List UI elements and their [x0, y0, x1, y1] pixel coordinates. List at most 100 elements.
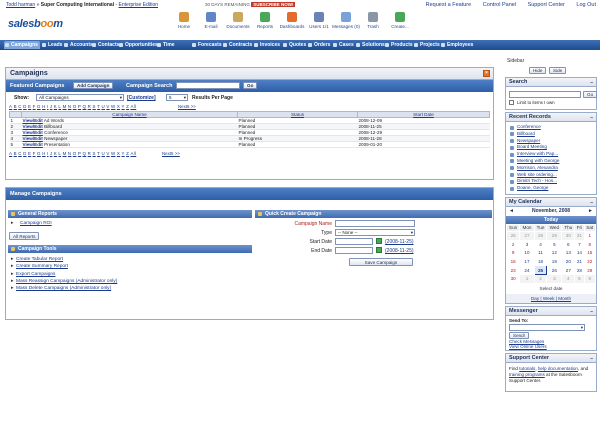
tab-products[interactable]: Products — [384, 41, 413, 49]
recent-record-link[interactable]: Meeting with George — [506, 158, 596, 165]
alphabet-link-t[interactable]: T — [97, 104, 100, 109]
view-edit-link[interactable]: View/Edit — [23, 118, 43, 123]
alphabet-link-z[interactable]: Z — [126, 151, 129, 156]
calendar-day[interactable]: 2 — [533, 273, 548, 284]
training-programs-link[interactable]: training programs — [509, 372, 545, 377]
alphabet-link-a[interactable]: A — [9, 104, 12, 109]
alphabet-link-x[interactable]: X — [117, 151, 120, 156]
search-go-button[interactable]: Go — [243, 82, 258, 89]
calendar-day[interactable]: 23 — [505, 265, 521, 275]
calendar-day[interactable]: 26 — [546, 265, 563, 275]
calendar-day[interactable]: 7 — [574, 239, 585, 250]
tab-opportunities[interactable]: Opportunities — [118, 41, 158, 49]
tab-contracts[interactable]: Contracts — [222, 41, 252, 49]
alphabet-link-v[interactable]: V — [106, 104, 109, 109]
alphabet-link-z[interactable]: Z — [126, 104, 129, 109]
recent-record-link[interactable]: Billboard — [506, 131, 596, 138]
tab-leads[interactable]: Leads — [41, 41, 62, 49]
calendar-day[interactable]: 4 — [561, 273, 576, 284]
toolbar-reports-button[interactable]: Reports — [251, 12, 279, 29]
calendar-day[interactable]: 1 — [519, 273, 535, 284]
calendar-day[interactable]: 28 — [533, 230, 548, 241]
limit-checkbox[interactable] — [509, 100, 514, 105]
calendar-day[interactable]: 27 — [519, 230, 535, 241]
tab-quotes[interactable]: Quotes — [282, 41, 306, 49]
alphabet-link-n[interactable]: N — [68, 104, 71, 109]
alphabet-link-l[interactable]: L — [58, 104, 61, 109]
alphabet-link-i[interactable]: I — [47, 104, 49, 109]
show-select[interactable]: All Campaigns ▾ — [36, 94, 124, 101]
save-campaign-button[interactable]: Save Campaign — [349, 258, 413, 266]
calendar-day[interactable]: 20 — [561, 256, 576, 267]
calendar-day[interactable]: 5 — [546, 239, 563, 250]
calendar-day[interactable]: 29 — [546, 230, 563, 241]
toolbar-documents-button[interactable]: Documents — [224, 12, 252, 29]
calendar-day[interactable]: 21 — [574, 256, 585, 267]
calendar-day[interactable]: 31 — [574, 230, 585, 241]
calendar-day[interactable]: 15 — [583, 248, 596, 258]
hide-sidebar-button[interactable]: Hide — [529, 67, 547, 74]
end-date-input[interactable] — [335, 247, 373, 254]
calendar-day[interactable]: 13 — [561, 248, 576, 258]
calendar-day[interactable]: 28 — [574, 265, 585, 275]
alphabet-link-x[interactable]: X — [117, 104, 120, 109]
toolbar-messages-button[interactable]: Messages (0) — [332, 12, 360, 29]
alphabet-link-all[interactable]: All — [130, 151, 136, 156]
alphabet-link-w[interactable]: W — [111, 104, 115, 109]
alphabet-link-f[interactable]: F — [33, 151, 36, 156]
recent-record-link[interactable]: Interview with Pap... — [506, 151, 596, 158]
calendar-day[interactable]: 25 — [533, 265, 548, 275]
tab-invoices[interactable]: Invoices — [253, 41, 281, 49]
recent-record-link[interactable]: Conference — [506, 124, 596, 131]
tab-cases[interactable]: Cases — [332, 41, 354, 49]
campaign-tool-link[interactable]: Export Campaigns — [8, 272, 252, 279]
alphabet-link-m[interactable]: M — [63, 104, 67, 109]
toolbar-users-button[interactable]: Users 1/1 — [305, 12, 333, 29]
alphabet-link-e[interactable]: E — [28, 104, 31, 109]
prev-month-icon[interactable]: ◄ — [509, 207, 514, 216]
calendar-day[interactable]: 30 — [505, 273, 521, 284]
campaign-name-input[interactable] — [335, 220, 415, 227]
end-date-hint[interactable]: (2008-11-25) — [385, 248, 414, 254]
minimize-icon[interactable]: – — [590, 114, 593, 123]
minimize-icon[interactable]: – — [590, 355, 593, 364]
start-date-hint[interactable]: (2008-11-25) — [385, 239, 414, 245]
calendar-day[interactable]: 6 — [583, 273, 596, 284]
alphabet-link-y[interactable]: Y — [121, 151, 124, 156]
alphabet-link-h[interactable]: H — [42, 104, 45, 109]
alphabet-link-c[interactable]: C — [18, 104, 21, 109]
calendar-day[interactable]: 19 — [546, 256, 563, 267]
alphabet-link-o[interactable]: O — [73, 151, 77, 156]
alphabet-link-e[interactable]: E — [28, 151, 31, 156]
alphabet-link-k[interactable]: K — [54, 104, 57, 109]
campaign-search-input[interactable] — [176, 82, 240, 89]
salesboom-logo[interactable]: salesboom — [8, 18, 63, 30]
logout-link[interactable]: Log Out — [576, 2, 596, 8]
alphabet-link-m[interactable]: M — [63, 151, 67, 156]
tab-contacts[interactable]: Contacts — [91, 41, 119, 49]
alphabet-link-b[interactable]: B — [14, 151, 17, 156]
tab-accounts[interactable]: Accounts — [63, 41, 93, 49]
start-date-input[interactable] — [335, 238, 373, 245]
toolbar-dashboards-button[interactable]: Dashboards — [278, 12, 306, 29]
alphabet-link-v[interactable]: V — [106, 151, 109, 156]
calendar-day[interactable]: 30 — [561, 230, 576, 241]
alphabet-link-d[interactable]: D — [23, 104, 26, 109]
alphabet-link-n[interactable]: N — [68, 151, 71, 156]
calendar-day[interactable]: 16 — [505, 256, 521, 267]
user-link[interactable]: Todd harman — [6, 2, 35, 8]
calendar-day[interactable]: 6 — [561, 239, 576, 250]
alphabet-link-u[interactable]: U — [102, 104, 105, 109]
alphabet-link-u[interactable]: U — [102, 151, 105, 156]
alphabet-link-f[interactable]: F — [33, 104, 36, 109]
calendar-day[interactable]: 14 — [574, 248, 585, 258]
tab-orders[interactable]: Orders — [307, 41, 331, 49]
tab-forecasts[interactable]: Forecasts — [191, 41, 222, 49]
alphabet-link-b[interactable]: B — [14, 104, 17, 109]
next-month-icon[interactable]: ► — [588, 207, 593, 216]
alphabet-link-q[interactable]: Q — [83, 151, 87, 156]
per-page-select[interactable]: 5 ▾ — [166, 94, 188, 101]
alphabet-link-i[interactable]: I — [47, 151, 49, 156]
help-documentation-link[interactable]: help documentation — [538, 366, 578, 371]
calendar-day[interactable]: 24 — [519, 265, 535, 275]
